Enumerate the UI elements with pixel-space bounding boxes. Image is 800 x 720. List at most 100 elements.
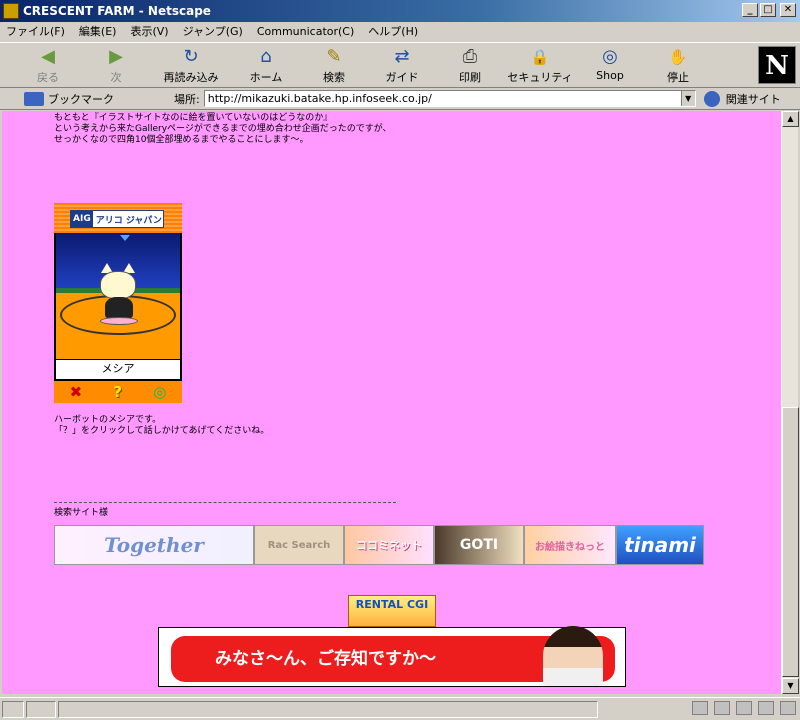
chevron-down-icon[interactable]: ▼	[680, 91, 695, 106]
harbot-name: メシア	[54, 359, 182, 381]
search-sites-label: 検索サイト様	[54, 508, 109, 518]
print-button[interactable]: ⎙ 印刷	[436, 43, 504, 89]
banner-tinami[interactable]: tinami	[616, 525, 704, 565]
search-button[interactable]: ✎ 検索	[300, 43, 368, 89]
home-icon: ⌂	[260, 46, 272, 67]
forward-button[interactable]: ▶ 次	[82, 43, 150, 89]
stop-button[interactable]: ✋ 停止	[644, 43, 712, 89]
guide-icon: ⇄	[394, 46, 410, 67]
minimize-button[interactable]: _	[742, 3, 758, 17]
stop-label: 停止	[667, 71, 689, 84]
connection-status-icon	[26, 700, 56, 718]
bookmarks-label: ブックマーク	[48, 92, 114, 106]
banner-together[interactable]: Together	[54, 525, 254, 565]
url-field[interactable]: http://mikazuki.batake.hp.infoseek.co.jp…	[203, 90, 696, 107]
status-message	[58, 700, 598, 718]
maximize-button[interactable]: □	[760, 3, 776, 17]
intro-line: という考えから来たGalleryページができるまでの埋め合わせ企画だったのですが…	[54, 124, 392, 134]
sponsor-logo-mark: AIG	[71, 211, 93, 227]
im-icon[interactable]	[780, 701, 796, 715]
back-button[interactable]: ◀ 戻る	[14, 43, 82, 89]
sponsor-name: アリコ ジャパン	[95, 215, 162, 226]
security-button[interactable]: 🔒 セキュリティ	[504, 43, 576, 89]
location-label: 場所:	[174, 92, 200, 106]
back-label: 戻る	[37, 71, 59, 84]
shop-icon: ◎	[602, 46, 618, 67]
menu-bar: ファイル(F) 編集(E) 表示(V) ジャンプ(G) Communicator…	[0, 22, 800, 40]
harbot-sponsor-header: AIG アリコ ジャパン	[54, 203, 182, 233]
reload-icon: ↻	[183, 46, 199, 67]
guide-label: ガイド	[385, 71, 419, 84]
harbot-desc-line: ハーボットのメシアです。	[54, 415, 162, 425]
bookmarks-button[interactable]: ブックマーク	[24, 91, 114, 107]
circle-icon[interactable]: ◎	[153, 383, 166, 401]
navigator-icon[interactable]	[692, 701, 708, 715]
banner-goti[interactable]: GOTI	[434, 525, 524, 565]
search-site-banners: Together Rac Search ココミネット GOTI お絵描きねっと …	[54, 525, 704, 565]
harbot-desc-line: 「？」をクリックして話しかけてあげてくださいね。	[54, 426, 270, 436]
forward-arrow-icon: ▶	[109, 46, 123, 67]
related-sites-button[interactable]: 関連サイト	[703, 90, 781, 107]
composer-icon[interactable]	[758, 701, 774, 715]
security-status-icon[interactable]	[2, 700, 24, 718]
window-title: CRESCENT FARM - Netscape	[23, 4, 211, 18]
menu-go[interactable]: ジャンプ(G)	[183, 23, 243, 39]
mail-icon[interactable]	[714, 701, 730, 715]
netscape-app-icon	[3, 3, 19, 19]
home-button[interactable]: ⌂ ホーム	[232, 43, 300, 89]
vertical-scrollbar[interactable]: ▲ ▼	[781, 111, 799, 694]
scroll-down-arrow-icon[interactable]: ▼	[782, 678, 799, 694]
related-sites-icon	[703, 90, 720, 107]
close-x-icon[interactable]: ✖	[70, 383, 83, 401]
menu-view[interactable]: 表示(V)	[130, 23, 168, 39]
print-label: 印刷	[459, 71, 481, 84]
banner-rac-search[interactable]: Rac Search	[254, 525, 344, 565]
newsgroups-icon[interactable]	[736, 701, 752, 715]
harbot-description: ハーボットのメシアです。 「？」をクリックして話しかけてあげてくださいね。	[54, 415, 269, 437]
rental-cgi-banner[interactable]: RENTAL CGI	[348, 595, 436, 627]
divider	[54, 502, 396, 503]
intro-text: もともと『イラストサイトなのに絵を置いていないのはどうなのか』 という考えから来…	[54, 113, 392, 146]
url-text: http://mikazuki.batake.hp.infoseek.co.jp…	[207, 92, 432, 105]
menu-file[interactable]: ファイル(F)	[6, 23, 65, 39]
search-icon: ✎	[326, 46, 342, 67]
security-label: セキュリティ	[507, 71, 573, 84]
stop-icon: ✋	[668, 48, 688, 66]
netscape-logo[interactable]: N	[758, 46, 796, 84]
harbot-widget[interactable]: AIG アリコ ジャパン メシア ✖ ? ◎	[54, 203, 182, 403]
shop-label: Shop	[596, 69, 624, 82]
related-sites-label: 関連サイト	[725, 92, 781, 106]
menu-edit[interactable]: 編集(E)	[79, 23, 117, 39]
harbot-screen	[54, 233, 182, 359]
guide-button[interactable]: ⇄ ガイド	[368, 43, 436, 89]
banner-kokomi-net[interactable]: ココミネット	[344, 525, 434, 565]
shop-button[interactable]: ◎ Shop	[576, 43, 644, 89]
status-bar	[0, 697, 800, 720]
ad-person-image	[543, 626, 603, 686]
intro-line: もともと『イラストサイトなのに絵を置いていないのはどうなのか』	[54, 113, 333, 123]
menu-communicator[interactable]: Communicator(C)	[257, 25, 354, 38]
banner-oekaki-net[interactable]: お絵描きねっと	[524, 525, 616, 565]
page-content: もともと『イラストサイトなのに絵を置いていないのはどうなのか』 という考えから来…	[2, 111, 781, 694]
search-label: 検索	[323, 71, 345, 84]
harbot-controls: ✖ ? ◎	[54, 381, 182, 403]
ad-banner[interactable]: みなさ〜ん、ご存知ですか〜	[158, 626, 626, 687]
scroll-up-arrow-icon[interactable]: ▲	[782, 111, 799, 127]
print-icon: ⎙	[462, 46, 478, 67]
harbot-cat-character	[100, 271, 136, 299]
home-label: ホーム	[249, 71, 283, 84]
reload-button[interactable]: ↻ 再読み込み	[150, 43, 232, 89]
bookmark-icon	[24, 91, 44, 106]
reload-label: 再読み込み	[163, 71, 219, 84]
security-lock-icon: 🔒	[530, 48, 550, 66]
location-bar: ブックマーク 場所: http://mikazuki.batake.hp.inf…	[0, 88, 800, 110]
title-bar: CRESCENT FARM - Netscape _ □ ✕	[0, 0, 800, 22]
pointer-triangle-icon	[120, 235, 130, 241]
sponsor-logo[interactable]: AIG アリコ ジャパン	[70, 210, 164, 228]
close-button[interactable]: ✕	[780, 3, 796, 17]
question-icon[interactable]: ?	[113, 383, 122, 401]
menu-help[interactable]: ヘルプ(H)	[368, 23, 418, 39]
scrollbar-thumb[interactable]	[782, 407, 799, 677]
intro-line: せっかくなので四角10個全部埋めるまでやることにします〜。	[54, 135, 309, 145]
back-arrow-icon: ◀	[41, 46, 55, 67]
